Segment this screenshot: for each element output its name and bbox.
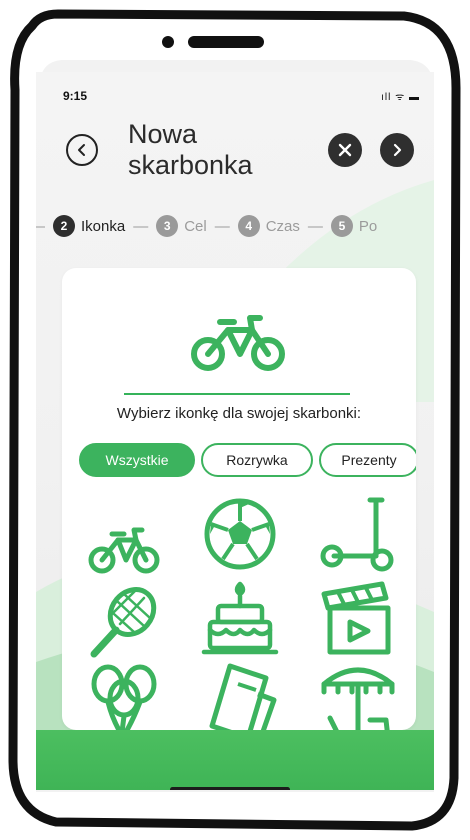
chevron-right-icon bbox=[393, 143, 402, 157]
tennis-racket-icon[interactable] bbox=[84, 582, 164, 662]
status-time: 9:15 bbox=[63, 89, 88, 103]
birthday-cake-icon[interactable] bbox=[200, 578, 280, 658]
category-chips: Wszystkie Rozrywka Prezenty bbox=[79, 443, 416, 477]
bicycle-icon[interactable] bbox=[84, 506, 164, 586]
close-icon bbox=[338, 143, 352, 157]
status-icons: ıll ᯤ ▬ bbox=[381, 92, 420, 103]
step-number-2: 2 bbox=[53, 215, 75, 237]
step-label-po: Po bbox=[358, 217, 378, 235]
step-separator: — bbox=[36, 218, 45, 235]
picker-prompt: Wybierz ikonkę dla swojej skarbonki: bbox=[116, 405, 362, 422]
page-title-line2: skarbonka bbox=[128, 150, 253, 180]
divider bbox=[124, 393, 350, 395]
scooter-icon[interactable] bbox=[318, 494, 398, 574]
step-separator: — bbox=[133, 217, 149, 235]
step-indicator: — 2 Ikonka — 3 Cel — 4 Czas — 5 Po bbox=[36, 213, 377, 239]
speaker-slot bbox=[188, 36, 264, 48]
home-indicator[interactable] bbox=[170, 787, 290, 790]
beach-umbrella-icon[interactable] bbox=[318, 658, 398, 730]
page-title: Nowa skarbonka bbox=[128, 119, 253, 181]
step-label-czas: Czas bbox=[265, 217, 300, 235]
step-number-3: 3 bbox=[156, 215, 179, 237]
chevron-left-icon bbox=[78, 144, 85, 156]
back-button[interactable] bbox=[66, 134, 98, 166]
category-chip-rozrywka[interactable]: Rozrywka bbox=[201, 443, 313, 477]
film-clapper-icon[interactable] bbox=[318, 578, 398, 658]
page-title-line1: Nowa bbox=[128, 119, 198, 149]
next-button[interactable] bbox=[380, 133, 414, 167]
camera-dot bbox=[162, 36, 174, 48]
category-chip-wszystkie[interactable]: Wszystkie bbox=[79, 443, 195, 477]
balloons-icon[interactable] bbox=[84, 662, 164, 730]
soccer-ball-icon[interactable] bbox=[200, 494, 280, 574]
tickets-icon[interactable] bbox=[200, 662, 280, 730]
close-button[interactable] bbox=[328, 133, 362, 167]
app-screen: 9:15 ıll ᯤ ▬ Nowa skarbonka — 2 Ikonka —… bbox=[36, 72, 434, 790]
step-label-ikonka: Ikonka bbox=[81, 217, 126, 235]
step-label-cel: Cel bbox=[184, 217, 207, 235]
icon-picker-card: Wybierz ikonkę dla swojej skarbonki: Wsz… bbox=[62, 268, 416, 730]
category-chip-prezenty[interactable]: Prezenty bbox=[319, 443, 416, 477]
selected-bicycle-icon bbox=[191, 315, 285, 371]
bottom-bar bbox=[36, 730, 434, 790]
step-separator: — bbox=[214, 217, 230, 235]
step-number-4: 4 bbox=[237, 215, 260, 237]
step-number-5: 5 bbox=[330, 215, 353, 237]
step-separator: — bbox=[307, 217, 323, 235]
